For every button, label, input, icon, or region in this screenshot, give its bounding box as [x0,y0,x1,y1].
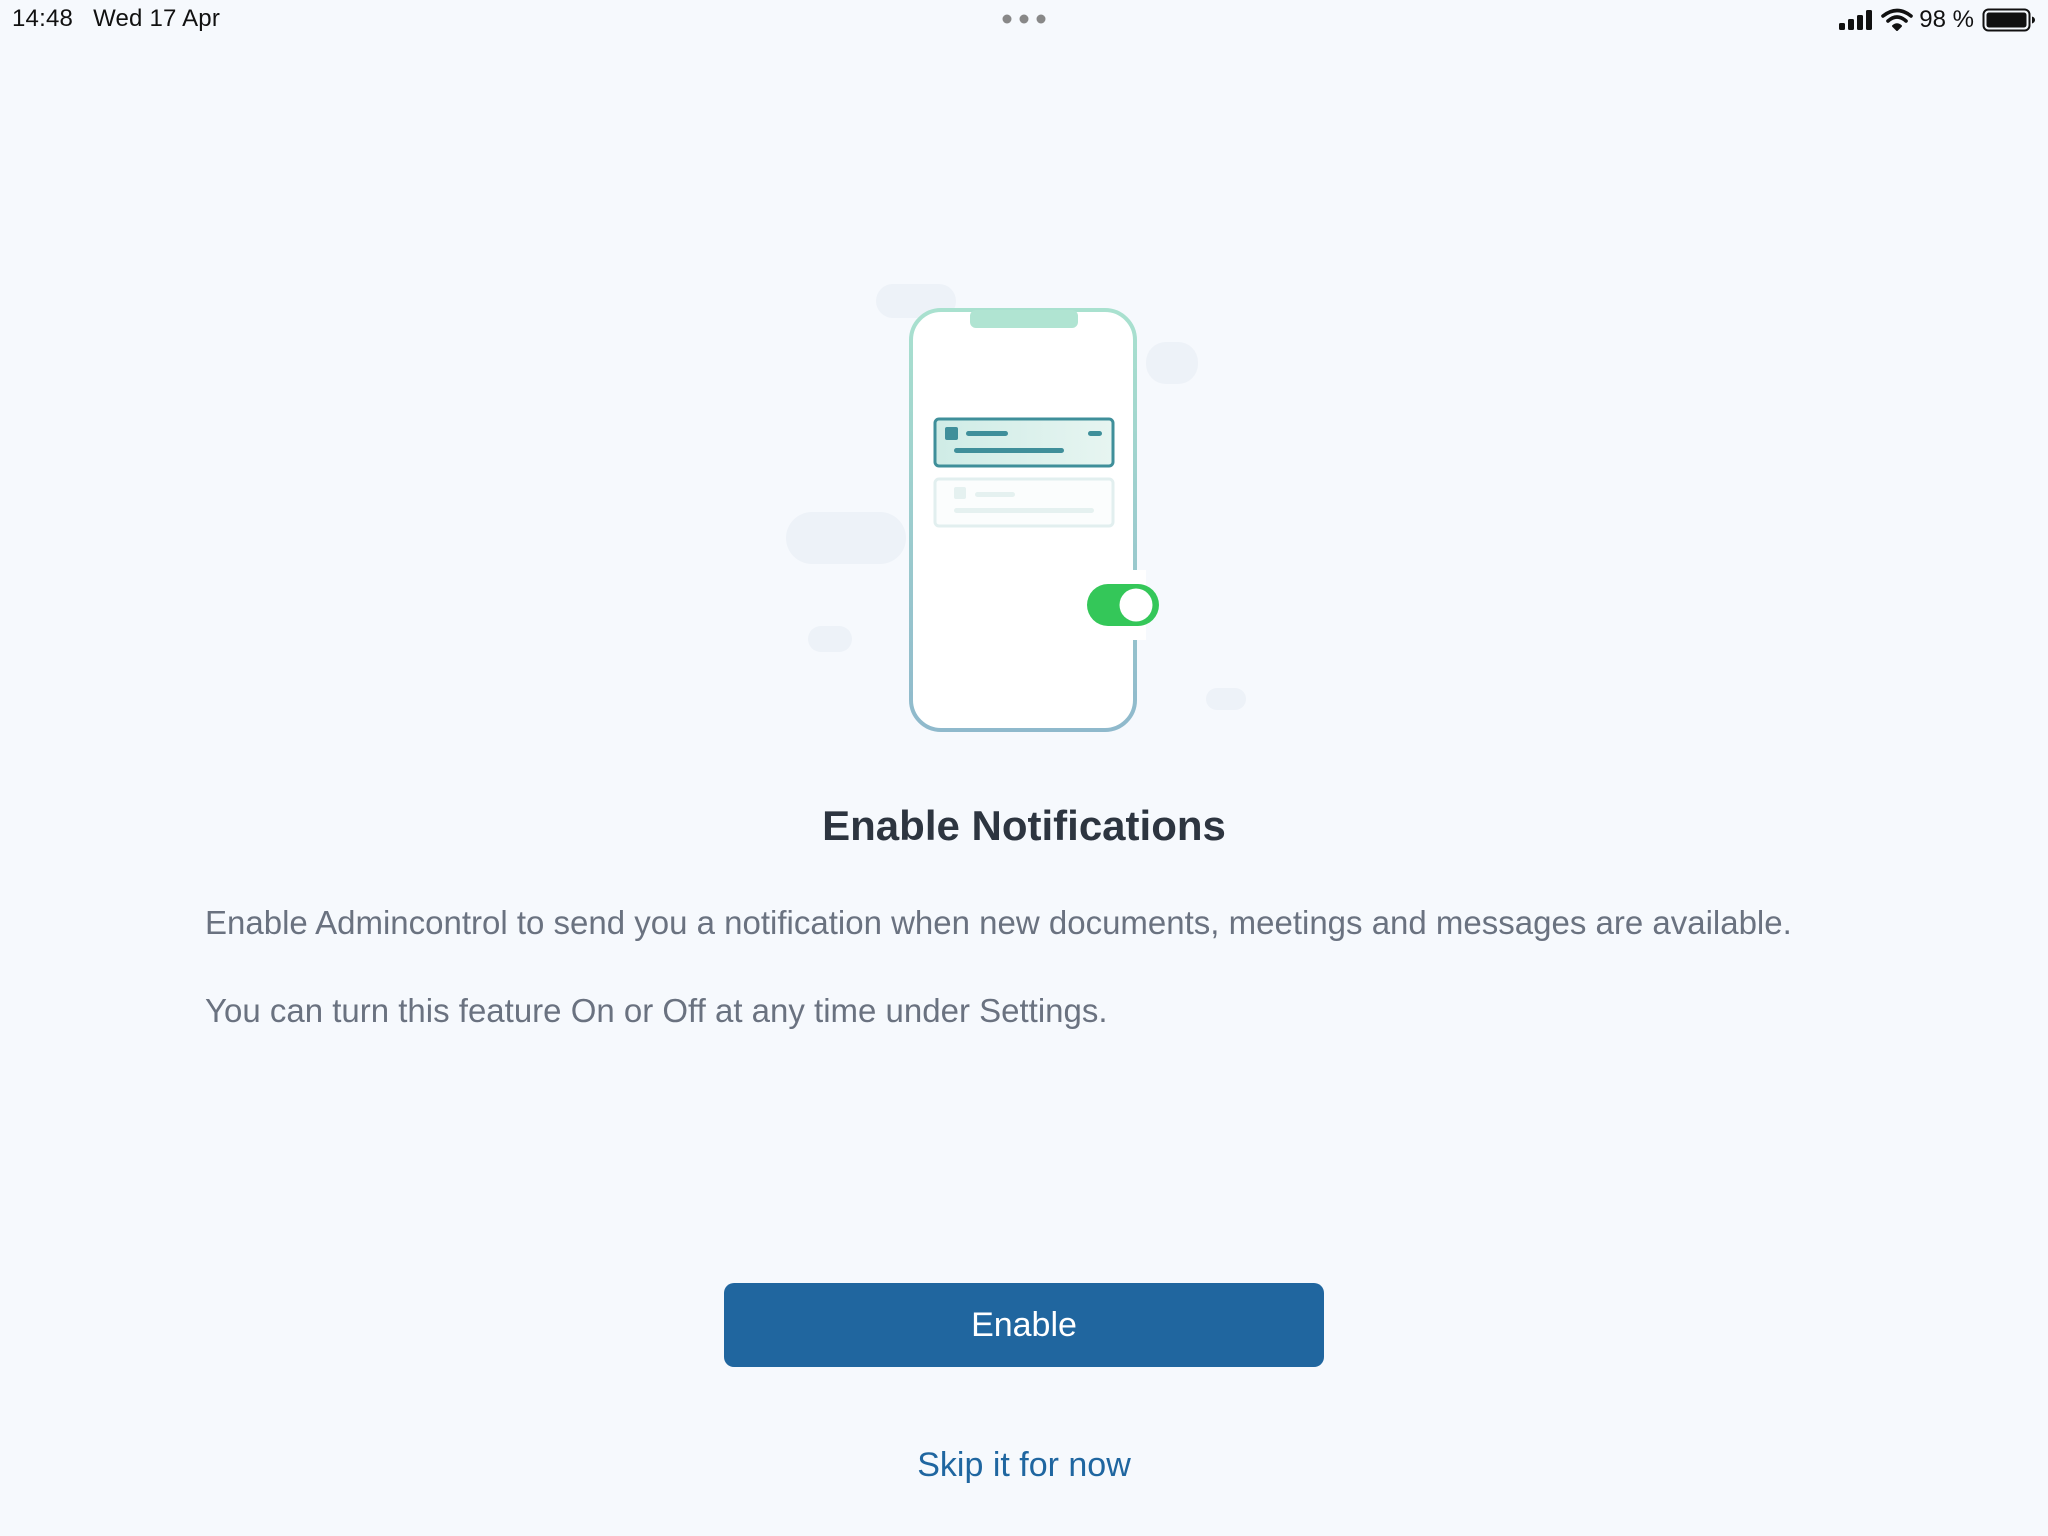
toggle-switch-icon [1087,584,1159,626]
settings-note: You can turn this feature On or Off at a… [205,992,1108,1029]
notification-card-icon [933,417,1115,468]
enable-button-label: Enable [971,1305,1077,1344]
cellular-signal-icon [1839,10,1873,30]
battery-percentage: 98 % [1919,6,1974,33]
faded-notification-card-icon [933,477,1115,528]
status-bar: 14:48 Wed 17 Apr 98 % [0,0,2048,40]
notification-phone-illustration [786,284,1246,732]
status-time-date: 14:48 Wed 17 Apr [12,5,220,33]
battery-icon [1982,8,2035,32]
wifi-icon [1881,8,1914,31]
status-indicators: 98 % [1839,4,2036,36]
page-title: Enable Notifications [822,802,1226,849]
skip-for-now-link[interactable]: Skip it for now [0,1446,2048,1485]
enable-button[interactable]: Enable [724,1283,1324,1367]
multitasking-dots-icon[interactable] [1002,14,1046,24]
status-date: Wed 17 Apr [93,5,221,32]
status-time: 14:48 [12,5,74,32]
notification-description: Enable Admincontrol to send you a notifi… [205,904,1792,941]
